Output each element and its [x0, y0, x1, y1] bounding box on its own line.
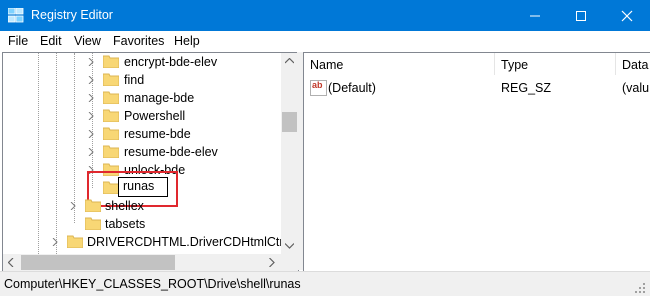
menu-edit[interactable]: Edit	[40, 34, 62, 48]
tree-horizontal-scroll-thumb[interactable]	[21, 255, 175, 270]
tree-vertical-scrollbar[interactable]	[281, 53, 298, 254]
minimize-icon	[530, 15, 540, 17]
minimize-button[interactable]	[512, 0, 558, 31]
tree-horizontal-scrollbar[interactable]	[3, 254, 281, 271]
chevron-right-icon[interactable]	[87, 58, 95, 66]
folder-icon	[103, 55, 119, 68]
menu-favorites[interactable]: Favorites	[113, 34, 164, 48]
value-type: REG_SZ	[501, 81, 552, 95]
status-path: Computer\HKEY_CLASSES_ROOT\Drive\shell\r…	[4, 277, 301, 291]
resize-grip-icon[interactable]	[634, 282, 646, 294]
folder-icon	[103, 109, 119, 122]
scroll-down-icon[interactable]	[285, 243, 294, 249]
tree-item-label: Powershell	[124, 109, 186, 123]
tree-item-label: resume-bde	[124, 127, 191, 141]
chevron-right-icon[interactable]	[51, 238, 59, 246]
folder-icon	[103, 145, 119, 158]
tree-item[interactable]: DRIVERCDHTML.DriverCDHtmlCtrl.1	[3, 233, 297, 251]
chevron-right-icon[interactable]	[87, 112, 95, 120]
scroll-right-icon[interactable]	[269, 258, 275, 267]
tree-item[interactable]: shellex	[3, 197, 281, 215]
tree-item[interactable]: Powershell	[3, 107, 281, 125]
scroll-corner	[281, 254, 298, 271]
close-button[interactable]	[604, 0, 650, 31]
chevron-right-icon[interactable]	[87, 76, 95, 84]
folder-icon	[85, 217, 101, 230]
tree-item[interactable]: encrypt-bde-elev	[3, 53, 281, 71]
menu-file[interactable]: File	[8, 34, 28, 48]
tree-vertical-scroll-thumb[interactable]	[282, 112, 297, 132]
chevron-right-icon[interactable]	[87, 148, 95, 156]
string-value-icon: ab	[310, 80, 327, 96]
column-header-data[interactable]: Data	[616, 53, 650, 75]
folder-icon	[103, 91, 119, 104]
column-header-type[interactable]: Type	[495, 53, 615, 75]
folder-icon	[103, 73, 119, 86]
tree-item-label: DRIVERCDHTML.DriverCDHtmlCtrl.1	[87, 235, 297, 249]
value-row[interactable]: ab (Default) REG_SZ (valu	[304, 79, 650, 97]
menu-bar: File Edit View Favorites Help	[0, 31, 650, 51]
tree-item-label: resume-bde-elev	[124, 145, 218, 159]
folder-icon	[67, 235, 83, 248]
maximize-button[interactable]	[558, 0, 604, 31]
tree-item[interactable]: resume-bde	[3, 125, 281, 143]
tree-item-label: shellex	[105, 199, 144, 213]
menu-view[interactable]: View	[74, 34, 101, 48]
chevron-right-icon[interactable]	[69, 202, 77, 210]
window-title: Registry Editor	[31, 8, 113, 22]
chevron-right-icon[interactable]	[87, 130, 95, 138]
tree-item[interactable]: manage-bde	[3, 89, 281, 107]
key-tree-pane[interactable]: encrypt-bde-elev find manage-bde Powersh…	[2, 52, 299, 272]
tree-item-label: find	[124, 73, 145, 87]
scroll-left-icon[interactable]	[8, 258, 14, 267]
tree-item-label: tabsets	[105, 217, 146, 231]
tree-item[interactable]: find	[3, 71, 281, 89]
tree-item-label: manage-bde	[124, 91, 195, 105]
chevron-right-icon[interactable]	[87, 94, 95, 102]
value-data: (valu	[622, 81, 650, 95]
maximize-icon	[576, 11, 586, 21]
tree-item-label: encrypt-bde-elev	[124, 55, 218, 69]
scroll-up-icon[interactable]	[285, 58, 294, 64]
title-bar: Registry Editor	[0, 0, 650, 31]
value-name: (Default)	[328, 81, 376, 95]
values-list-pane[interactable]: Name Type Data ab (Default) REG_SZ (valu	[303, 52, 650, 272]
folder-icon	[103, 127, 119, 140]
close-icon	[621, 10, 633, 22]
menu-help[interactable]: Help	[174, 34, 200, 48]
folder-icon	[85, 199, 101, 212]
column-header-name[interactable]: Name	[304, 53, 494, 75]
registry-editor-icon	[8, 8, 24, 23]
status-bar: Computer\HKEY_CLASSES_ROOT\Drive\shell\r…	[0, 271, 650, 296]
tree-item[interactable]: resume-bde-elev	[3, 143, 281, 161]
tree-item[interactable]: tabsets	[3, 215, 281, 233]
